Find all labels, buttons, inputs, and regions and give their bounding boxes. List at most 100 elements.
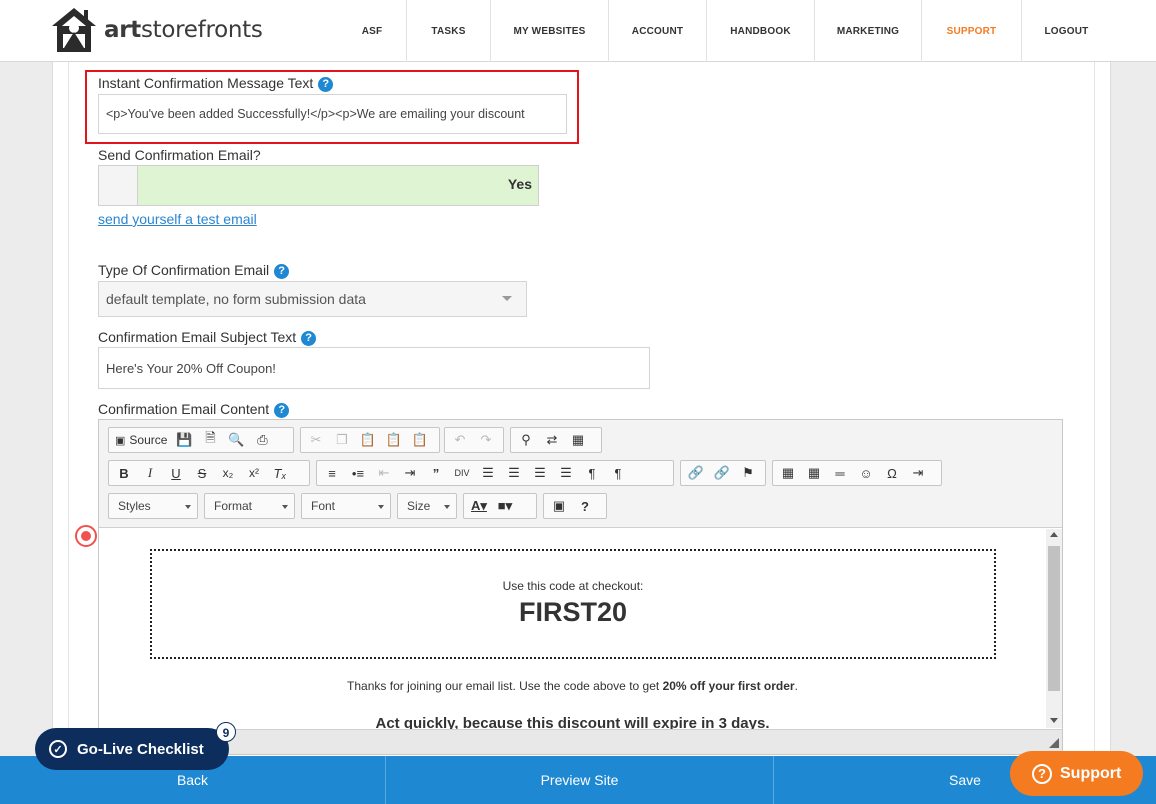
editor-resize-bar[interactable]	[99, 729, 1062, 754]
align-left-icon[interactable]: ☰	[475, 462, 501, 484]
preview-icon[interactable]: 🔍	[223, 429, 249, 451]
special-char-icon[interactable]: Ω	[879, 462, 905, 484]
resize-handle-icon[interactable]	[1049, 738, 1059, 748]
email-type-label: Type Of Confirmation Email?	[98, 262, 290, 279]
background-color-icon[interactable]: ■▾	[492, 495, 518, 517]
source-button[interactable]: ▣ Source	[111, 429, 171, 451]
editor-content[interactable]: Use this code at checkout: FIRST20 Thank…	[99, 529, 1046, 737]
nav-support[interactable]: SUPPORT	[921, 0, 1021, 62]
email-type-select[interactable]: default template, no form submission dat…	[98, 281, 527, 317]
bulleted-list-icon[interactable]: •≡	[345, 462, 371, 484]
text-color-icon[interactable]: A▾	[466, 495, 492, 517]
remove-format-icon[interactable]: Tₓ	[267, 462, 293, 484]
send-email-toggle[interactable]: Yes	[98, 165, 539, 206]
show-blocks-icon[interactable]: ▣	[546, 495, 572, 517]
underline-icon[interactable]: U	[163, 462, 189, 484]
editor-toolbar: ▣ Source 💾 🗎 🔍 ⎙ ✂ ❐ 📋 📋 📋 ↶ ↷ ⚲ ⇄ ▦ B I …	[99, 420, 1062, 528]
toggle-state: Yes	[507, 176, 532, 192]
save-icon[interactable]: 💾	[171, 429, 197, 451]
find-icon[interactable]: ⚲	[513, 429, 539, 451]
help-icon[interactable]: ?	[318, 77, 334, 92]
page-break-icon[interactable]: ⇥	[905, 462, 931, 484]
horizontal-line-icon[interactable]: ═	[827, 462, 853, 484]
italic-icon[interactable]: I	[137, 462, 163, 484]
chevron-down-icon	[378, 505, 384, 509]
superscript-icon[interactable]: x²	[241, 462, 267, 484]
about-help-icon[interactable]: ?	[572, 495, 598, 517]
print-icon[interactable]: ⎙	[249, 429, 275, 451]
strikethrough-icon[interactable]: S	[189, 462, 215, 484]
nav-logout[interactable]: LOGOUT	[1021, 0, 1111, 62]
undo-icon[interactable]: ↶	[447, 429, 473, 451]
create-div-icon[interactable]: DIV	[449, 462, 475, 484]
paste-text-icon[interactable]: 📋	[381, 429, 407, 451]
scroll-up-icon[interactable]	[1050, 532, 1058, 537]
align-right-icon[interactable]: ☰	[527, 462, 553, 484]
nav-my-websites[interactable]: MY WEBSITES	[490, 0, 608, 62]
anchor-flag-icon[interactable]: ⚑	[735, 462, 761, 484]
blockquote-icon[interactable]: ”	[423, 462, 449, 484]
bold-icon[interactable]: B	[111, 462, 137, 484]
brand-name: artstorefronts	[104, 17, 263, 43]
link-icon[interactable]: 🔗	[683, 462, 709, 484]
help-icon[interactable]: ?	[274, 264, 290, 279]
rich-text-editor[interactable]: ▣ Source 💾 🗎 🔍 ⎙ ✂ ❐ 📋 📋 📋 ↶ ↷ ⚲ ⇄ ▦ B I …	[98, 419, 1063, 755]
unlink-icon[interactable]: 🔗	[709, 462, 735, 484]
cut-icon[interactable]: ✂	[303, 429, 329, 451]
size-dropdown[interactable]: Size	[397, 493, 457, 519]
subscript-icon[interactable]: x₂	[215, 462, 241, 484]
editor-scrollbar[interactable]	[1046, 529, 1062, 728]
copy-icon[interactable]: ❐	[329, 429, 355, 451]
brand-logo[interactable]: artstorefronts	[50, 6, 263, 54]
toolbar-group-insert: ▦ ▦ ═ ☺ Ω ⇥	[772, 460, 942, 486]
table-icon[interactable]: ▦	[801, 462, 827, 484]
house-logo-icon	[52, 8, 96, 52]
scroll-thumb[interactable]	[1048, 546, 1060, 691]
coupon-code: FIRST20	[518, 597, 628, 627]
new-page-icon[interactable]: 🗎	[197, 429, 223, 451]
toggle-knob[interactable]	[99, 166, 138, 205]
scroll-down-icon[interactable]	[1050, 718, 1058, 723]
format-dropdown[interactable]: Format	[204, 493, 295, 519]
preview-site-button[interactable]: Preview Site	[385, 756, 773, 804]
rtl-icon[interactable]: ¶	[605, 462, 631, 484]
support-button[interactable]: ? Support	[1010, 751, 1143, 796]
nav-account[interactable]: ACCOUNT	[608, 0, 706, 62]
left-gutter	[0, 62, 52, 804]
replace-icon[interactable]: ⇄	[539, 429, 565, 451]
smiley-icon[interactable]: ☺	[853, 462, 879, 484]
align-center-icon[interactable]: ☰	[501, 462, 527, 484]
select-all-icon[interactable]: ▦	[565, 429, 591, 451]
instant-message-input[interactable]: <p>You've been added Successfully!</p><p…	[98, 94, 567, 134]
email-type-value: default template, no form submission dat…	[106, 291, 366, 307]
subject-input[interactable]: Here's Your 20% Off Coupon!	[98, 347, 650, 389]
font-dropdown[interactable]: Font	[301, 493, 391, 519]
styles-dropdown[interactable]: Styles	[108, 493, 198, 519]
paste-icon[interactable]: 📋	[355, 429, 381, 451]
nav-handbook[interactable]: HANDBOOK	[706, 0, 814, 62]
question-icon: ?	[1032, 763, 1052, 784]
help-icon[interactable]: ?	[301, 331, 317, 346]
test-email-link[interactable]: send yourself a test email	[98, 211, 257, 227]
instant-message-label: Instant Confirmation Message Text?	[98, 75, 334, 92]
paste-word-icon[interactable]: 📋	[407, 429, 433, 451]
help-icon[interactable]: ?	[274, 403, 290, 418]
redo-icon[interactable]: ↷	[473, 429, 499, 451]
content-label: Confirmation Email Content?	[98, 401, 290, 418]
numbered-list-icon[interactable]: ≡	[319, 462, 345, 484]
ltr-icon[interactable]: ¶	[579, 462, 605, 484]
toolbar-group-tools: ▣ ?	[543, 493, 607, 519]
increase-indent-icon[interactable]: ⇥	[397, 462, 423, 484]
go-live-checklist-button[interactable]: ✓ Go-Live Checklist	[35, 728, 229, 770]
send-email-label: Send Confirmation Email?	[98, 147, 261, 163]
nav-tasks[interactable]: TASKS	[406, 0, 490, 62]
image-icon[interactable]: ▦	[775, 462, 801, 484]
decrease-indent-icon[interactable]: ⇤	[371, 462, 397, 484]
toolbar-group-basic-styles: B I U S x₂ x² Tₓ	[108, 460, 310, 486]
chevron-down-icon	[282, 505, 288, 509]
nav-asf[interactable]: ASF	[338, 0, 406, 62]
coupon-box: Use this code at checkout: FIRST20	[150, 549, 996, 659]
justify-icon[interactable]: ☰	[553, 462, 579, 484]
record-indicator-icon[interactable]	[75, 525, 97, 547]
nav-marketing[interactable]: MARKETING	[814, 0, 921, 62]
